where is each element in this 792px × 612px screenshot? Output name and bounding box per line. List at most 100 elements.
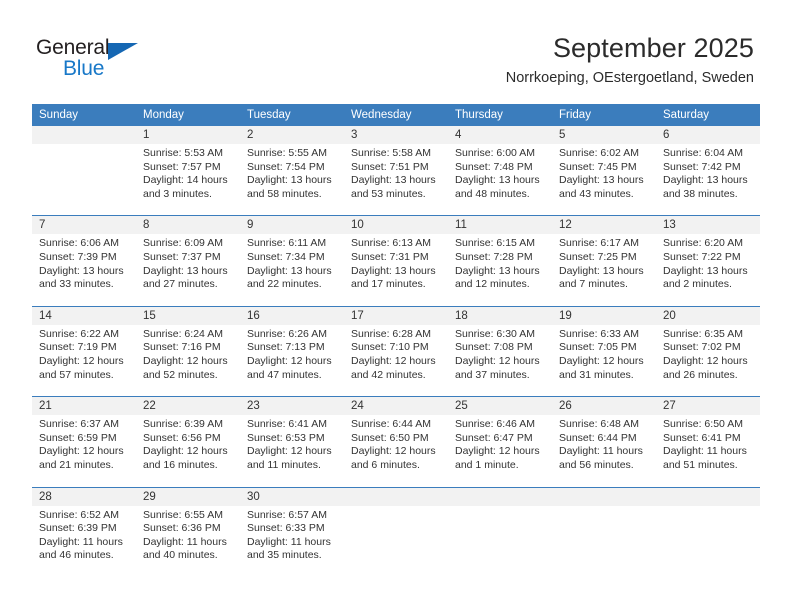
daylight-text-2: and 11 minutes. (247, 458, 321, 471)
day-number[interactable] (552, 487, 656, 506)
day-cell[interactable]: Sunrise: 6:33 AM Sunset: 7:05 PM Dayligh… (552, 324, 656, 397)
day-cell[interactable]: Sunrise: 6:52 AM Sunset: 6:39 PM Dayligh… (32, 505, 136, 577)
day-cell[interactable]: Sunrise: 6:46 AM Sunset: 6:47 PM Dayligh… (448, 415, 552, 487)
sunrise-text: Sunrise: 6:37 AM (39, 418, 119, 431)
day-number[interactable]: 23 (240, 397, 344, 416)
daylight-text-1: Daylight: 13 hours (247, 264, 332, 277)
day-number[interactable]: 10 (344, 216, 448, 235)
day-cell[interactable]: Sunrise: 6:28 AM Sunset: 7:10 PM Dayligh… (344, 324, 448, 397)
day-cell[interactable]: Sunrise: 6:55 AM Sunset: 6:36 PM Dayligh… (136, 505, 240, 577)
day-number[interactable]: 30 (240, 487, 344, 506)
daylight-text-2: and 31 minutes. (559, 368, 634, 381)
day-cell[interactable]: Sunrise: 6:17 AM Sunset: 7:25 PM Dayligh… (552, 234, 656, 306)
day-number[interactable]: 7 (32, 216, 136, 235)
day-cell[interactable]: Sunrise: 6:02 AM Sunset: 7:45 PM Dayligh… (552, 144, 656, 216)
daylight-text-1: Daylight: 12 hours (351, 354, 436, 367)
day-number[interactable]: 8 (136, 216, 240, 235)
sunrise-text: Sunrise: 6:50 AM (663, 418, 743, 431)
day-cell[interactable]: Sunrise: 6:37 AM Sunset: 6:59 PM Dayligh… (32, 415, 136, 487)
daylight-text-2: and 58 minutes. (247, 187, 322, 200)
day-cell[interactable]: Sunrise: 5:53 AM Sunset: 7:57 PM Dayligh… (136, 144, 240, 216)
daylight-text-2: and 17 minutes. (351, 278, 426, 291)
day-cell[interactable]: Sunrise: 6:26 AM Sunset: 7:13 PM Dayligh… (240, 324, 344, 397)
day-cell[interactable]: Sunrise: 6:22 AM Sunset: 7:19 PM Dayligh… (32, 324, 136, 397)
sunset-text: Sunset: 6:50 PM (351, 431, 429, 444)
day-cell[interactable]: Sunrise: 6:15 AM Sunset: 7:28 PM Dayligh… (448, 234, 552, 306)
daylight-text-2: and 53 minutes. (351, 187, 426, 200)
day-number[interactable]: 15 (136, 306, 240, 325)
day-number[interactable]: 27 (656, 397, 760, 416)
day-cell[interactable]: Sunrise: 6:06 AM Sunset: 7:39 PM Dayligh… (32, 234, 136, 306)
day-cell[interactable]: Sunrise: 6:50 AM Sunset: 6:41 PM Dayligh… (656, 415, 760, 487)
day-cell[interactable]: Sunrise: 6:09 AM Sunset: 7:37 PM Dayligh… (136, 234, 240, 306)
daylight-text-2: and 37 minutes. (455, 368, 530, 381)
daylight-text-1: Daylight: 11 hours (247, 535, 331, 548)
sunrise-text: Sunrise: 6:09 AM (143, 237, 223, 250)
daylight-text-2: and 3 minutes. (143, 187, 212, 200)
day-number[interactable]: 11 (448, 216, 552, 235)
day-number[interactable]: 29 (136, 487, 240, 506)
sunrise-text: Sunrise: 6:15 AM (455, 237, 535, 250)
day-cell[interactable] (656, 505, 760, 577)
day-cell[interactable]: Sunrise: 6:41 AM Sunset: 6:53 PM Dayligh… (240, 415, 344, 487)
day-number[interactable]: 4 (448, 126, 552, 144)
sunset-text: Sunset: 7:05 PM (559, 341, 637, 354)
daylight-text-2: and 51 minutes. (663, 458, 738, 471)
day-cell[interactable]: Sunrise: 6:13 AM Sunset: 7:31 PM Dayligh… (344, 234, 448, 306)
day-cell[interactable]: Sunrise: 6:48 AM Sunset: 6:44 PM Dayligh… (552, 415, 656, 487)
day-cell[interactable]: Sunrise: 5:55 AM Sunset: 7:54 PM Dayligh… (240, 144, 344, 216)
day-number[interactable]: 3 (344, 126, 448, 144)
daylight-text-1: Daylight: 12 hours (351, 445, 436, 458)
day-number[interactable]: 9 (240, 216, 344, 235)
day-cell[interactable]: Sunrise: 6:39 AM Sunset: 6:56 PM Dayligh… (136, 415, 240, 487)
day-cell[interactable]: Sunrise: 6:30 AM Sunset: 7:08 PM Dayligh… (448, 324, 552, 397)
day-cell[interactable] (552, 505, 656, 577)
daylight-text-1: Daylight: 12 hours (143, 445, 228, 458)
day-cell[interactable]: Sunrise: 6:57 AM Sunset: 6:33 PM Dayligh… (240, 505, 344, 577)
sunrise-text: Sunrise: 6:44 AM (351, 418, 431, 431)
day-cell[interactable]: Sunrise: 6:00 AM Sunset: 7:48 PM Dayligh… (448, 144, 552, 216)
day-number[interactable]: 26 (552, 397, 656, 416)
day-number[interactable]: 28 (32, 487, 136, 506)
day-cell[interactable] (448, 505, 552, 577)
day-number[interactable] (448, 487, 552, 506)
day-number[interactable]: 21 (32, 397, 136, 416)
day-cell[interactable]: Sunrise: 6:44 AM Sunset: 6:50 PM Dayligh… (344, 415, 448, 487)
day-number[interactable]: 6 (656, 126, 760, 144)
day-cell[interactable]: Sunrise: 6:11 AM Sunset: 7:34 PM Dayligh… (240, 234, 344, 306)
day-cell[interactable] (344, 505, 448, 577)
day-number[interactable]: 13 (656, 216, 760, 235)
day-number[interactable]: 14 (32, 306, 136, 325)
day-number[interactable]: 12 (552, 216, 656, 235)
day-cell[interactable]: Sunrise: 6:24 AM Sunset: 7:16 PM Dayligh… (136, 324, 240, 397)
day-number[interactable]: 5 (552, 126, 656, 144)
day-number[interactable]: 16 (240, 306, 344, 325)
day-number[interactable]: 18 (448, 306, 552, 325)
day-number[interactable]: 22 (136, 397, 240, 416)
day-number[interactable]: 1 (136, 126, 240, 144)
sunrise-text: Sunrise: 6:20 AM (663, 237, 743, 250)
sunrise-text: Sunrise: 6:57 AM (247, 508, 327, 521)
daylight-text-1: Daylight: 12 hours (455, 445, 540, 458)
day-number[interactable]: 24 (344, 397, 448, 416)
week-row-details: Sunrise: 6:06 AM Sunset: 7:39 PM Dayligh… (32, 234, 760, 306)
day-number[interactable]: 17 (344, 306, 448, 325)
daylight-text-1: Daylight: 13 hours (455, 264, 540, 277)
day-number[interactable] (656, 487, 760, 506)
day-cell[interactable] (32, 144, 136, 216)
sunrise-text: Sunrise: 5:55 AM (247, 147, 327, 159)
day-number[interactable] (344, 487, 448, 506)
daylight-text-1: Daylight: 13 hours (39, 264, 124, 277)
day-cell[interactable]: Sunrise: 5:58 AM Sunset: 7:51 PM Dayligh… (344, 144, 448, 216)
day-cell[interactable]: Sunrise: 6:20 AM Sunset: 7:22 PM Dayligh… (656, 234, 760, 306)
day-number[interactable]: 25 (448, 397, 552, 416)
day-number[interactable] (32, 126, 136, 144)
daylight-text-1: Daylight: 11 hours (143, 535, 227, 548)
day-number[interactable]: 20 (656, 306, 760, 325)
day-cell[interactable]: Sunrise: 6:35 AM Sunset: 7:02 PM Dayligh… (656, 324, 760, 397)
daylight-text-2: and 16 minutes. (143, 458, 218, 471)
day-number[interactable]: 19 (552, 306, 656, 325)
sunset-text: Sunset: 7:42 PM (663, 160, 741, 173)
day-cell[interactable]: Sunrise: 6:04 AM Sunset: 7:42 PM Dayligh… (656, 144, 760, 216)
day-number[interactable]: 2 (240, 126, 344, 144)
